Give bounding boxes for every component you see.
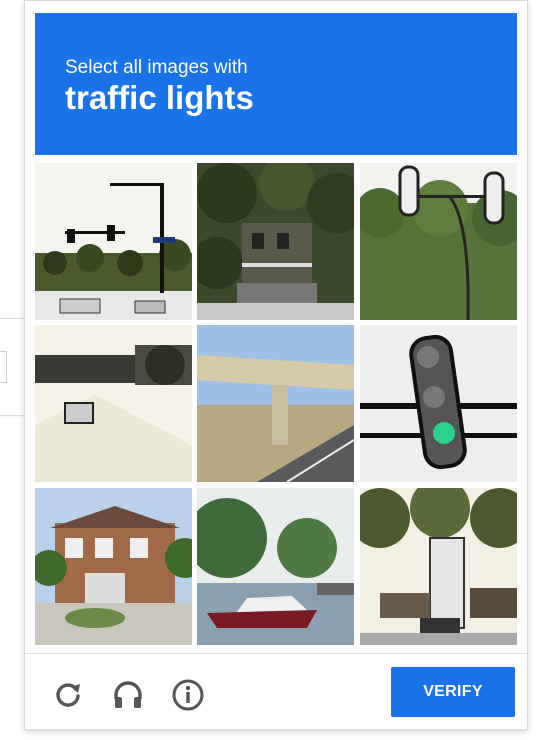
tile-image-2 [197, 163, 354, 320]
grid-tile-8[interactable] [197, 488, 354, 645]
side-panel-handle [0, 351, 7, 383]
challenge-header: Select all images with traffic lights [35, 13, 517, 155]
challenge-target: traffic lights [65, 79, 254, 116]
tile-image-7 [35, 488, 192, 645]
grid-tile-2[interactable] [197, 163, 354, 320]
grid-tile-1[interactable] [35, 163, 192, 320]
captcha-dialog: Select all images with traffic lights VE… [24, 0, 528, 730]
tile-image-5 [197, 325, 354, 482]
grid-tile-9[interactable] [360, 488, 517, 645]
tile-image-8 [197, 488, 354, 645]
tile-image-1 [35, 163, 192, 320]
headphones-icon[interactable] [107, 674, 149, 716]
grid-tile-4[interactable] [35, 325, 192, 482]
grid-tile-5[interactable] [197, 325, 354, 482]
tile-image-6 [360, 325, 517, 482]
grid-tile-6[interactable] [360, 325, 517, 482]
info-icon[interactable] [167, 674, 209, 716]
grid-tile-3[interactable] [360, 163, 517, 320]
challenge-instruction: Select all images with [65, 57, 248, 78]
tile-image-4 [35, 325, 192, 482]
footer-toolbar [47, 673, 209, 717]
footer-divider [25, 653, 527, 654]
grid-tile-7[interactable] [35, 488, 192, 645]
tile-image-9 [360, 488, 517, 645]
reload-icon[interactable] [47, 674, 89, 716]
image-grid [35, 163, 517, 645]
verify-button[interactable]: VERIFY [391, 667, 515, 717]
tile-image-3 [360, 163, 517, 320]
